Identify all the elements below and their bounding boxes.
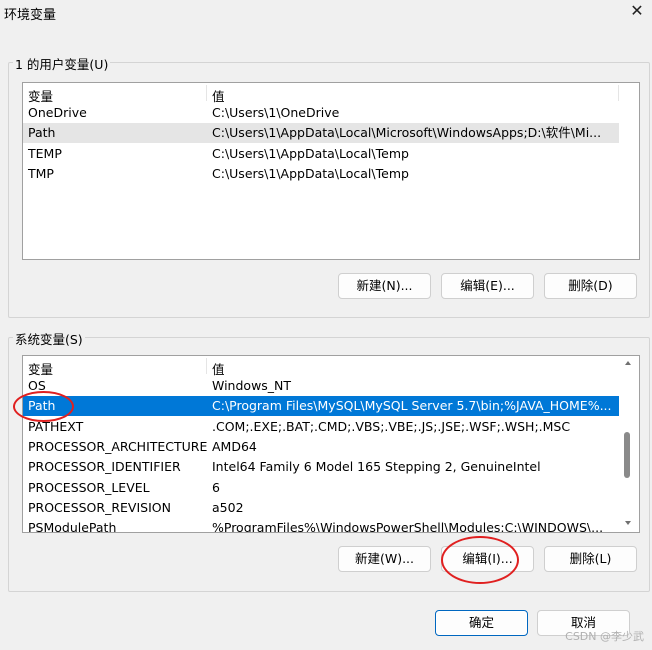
variable-value: C:\Users\1\AppData\Local\Temp [212, 145, 409, 161]
variable-name: PSModulePath [28, 520, 117, 533]
variable-value: C:\Users\1\OneDrive [212, 105, 340, 120]
variable-value: .COM;.EXE;.BAT;.CMD;.VBS;.VBE;.JS;.JSE;.… [212, 418, 571, 434]
variable-name: PATHEXT [28, 418, 84, 434]
system-edit-button[interactable]: 编辑(I)... [441, 546, 534, 572]
variable-name: Path [28, 398, 56, 414]
system-variable-row[interactable]: PSModulePath %ProgramFiles%\WindowsPowerS… [23, 518, 619, 533]
watermark: CSDN @李少武 [565, 630, 644, 643]
variable-value: Intel64 Family 6 Model 165 Stepping 2, G… [212, 459, 541, 475]
variable-value: a502 [212, 499, 244, 515]
variable-name: OneDrive [28, 105, 87, 120]
window-title: 环境变量 [4, 8, 57, 23]
user-variable-row[interactable]: Path C:\Users\1\AppData\Local\Microsoft\W… [23, 123, 619, 144]
system-variable-row[interactable]: PROCESSOR_ARCHITECTURE AMD64 [23, 437, 619, 457]
variable-value: C:\Users\1\AppData\Local\Temp [212, 165, 409, 181]
variable-name: PROCESSOR_IDENTIFIER [28, 459, 181, 475]
user-variable-row[interactable]: OneDrive C:\Users\1\OneDrive [23, 103, 619, 123]
system-variable-row[interactable]: PATHEXT .COM;.EXE;.BAT;.CMD;.VBS;.VBE;.JS… [23, 417, 619, 437]
variable-name: PROCESSOR_ARCHITECTURE [28, 438, 208, 454]
user-edit-button[interactable]: 编辑(E)... [441, 273, 534, 299]
user-variables-list[interactable]: 变量 值 OneDrive C:\Users\1\OneDrive Path C:\U… [22, 82, 640, 260]
column-separator [206, 358, 207, 374]
scroll-down-icon[interactable] [625, 521, 631, 525]
variable-name: TEMP [28, 145, 62, 161]
variable-name: PROCESSOR_LEVEL [28, 479, 150, 495]
system-variables-label: 系统变量(S) [13, 329, 85, 348]
variable-value: AMD64 [212, 438, 257, 454]
user-variable-row[interactable]: TMP C:\Users\1\AppData\Local\Temp [23, 164, 619, 184]
ok-button[interactable]: 确定 [435, 610, 528, 636]
system-variable-row[interactable]: PROCESSOR_IDENTIFIER Intel64 Family 6 Mod… [23, 457, 619, 477]
column-separator [206, 85, 207, 101]
user-variable-row[interactable]: TEMP C:\Users\1\AppData\Local\Temp [23, 144, 619, 164]
system-delete-button[interactable]: 删除(L) [544, 546, 637, 572]
scroll-thumb[interactable] [624, 432, 630, 478]
scroll-up-icon[interactable] [625, 361, 631, 365]
user-variables-label: 1 的用户变量(U) [13, 54, 111, 73]
title-bar: 环境变量 ✕ [0, 0, 652, 26]
column-separator [618, 85, 619, 101]
variable-name: Path [28, 125, 56, 141]
system-variable-row[interactable]: OS Windows_NT [23, 376, 619, 396]
system-list-header: 变量 值 [23, 356, 639, 377]
user-new-button[interactable]: 新建(N)... [338, 273, 431, 299]
variable-value: %ProgramFiles%\WindowsPowerShell\Modules… [212, 520, 604, 533]
user-delete-button[interactable]: 删除(D) [544, 273, 637, 299]
variable-name: OS [28, 378, 46, 393]
variable-value: Windows_NT [212, 378, 292, 393]
system-list-scrollbar[interactable] [621, 356, 637, 530]
variable-value: C:\Program Files\MySQL\MySQL Server 5.7\… [212, 398, 612, 414]
system-variables-list[interactable]: 变量 值 OS Windows_NT Path C:\Program Files\My… [22, 355, 640, 533]
user-list-header: 变量 值 [23, 83, 639, 104]
variable-name: TMP [28, 165, 54, 181]
system-variable-row[interactable]: Path C:\Program Files\MySQL\MySQL Server … [23, 396, 619, 417]
system-variable-row[interactable]: PROCESSOR_LEVEL 6 [23, 478, 619, 498]
system-new-button[interactable]: 新建(W)... [338, 546, 431, 572]
variable-name: PROCESSOR_REVISION [28, 499, 171, 515]
variable-value: C:\Users\1\AppData\Local\Microsoft\Windo… [212, 125, 602, 141]
close-icon[interactable]: ✕ [628, 2, 646, 20]
system-variable-row[interactable]: PROCESSOR_REVISION a502 [23, 498, 619, 518]
variable-value: 6 [212, 479, 220, 495]
